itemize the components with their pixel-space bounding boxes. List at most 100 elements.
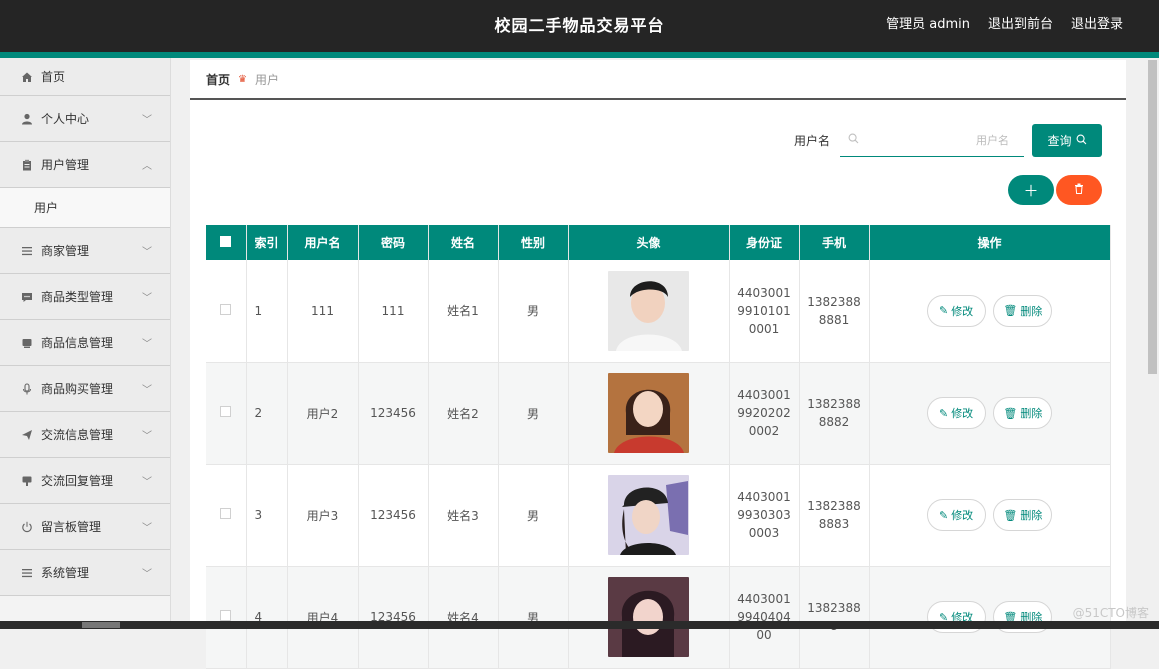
- operations-cell: ✎修改 🗑删除: [869, 260, 1110, 362]
- search-input[interactable]: [859, 134, 1009, 147]
- admin-label[interactable]: 管理员 admin: [886, 13, 970, 32]
- sidebar-item-message-board[interactable]: 留言板管理 ﹀: [0, 504, 170, 550]
- id-card-cell: 440300199101010001: [729, 260, 799, 362]
- plus-icon: ＋: [1023, 180, 1038, 201]
- sidebar-item-home[interactable]: 首页: [0, 58, 170, 96]
- scrollbar-thumb[interactable]: [1148, 60, 1157, 374]
- search-icon: [1076, 134, 1087, 148]
- top-bar: 校园二手物品交易平台 管理员 admin 退出到前台 退出登录: [0, 0, 1159, 52]
- chevron-down-icon: ﹀: [142, 243, 152, 258]
- avatar: [608, 271, 689, 351]
- operations-cell: ✎修改 🗑删除: [869, 362, 1110, 464]
- row-checkbox[interactable]: [220, 304, 231, 315]
- search-box: [840, 125, 1024, 157]
- name-cell: 姓名3: [428, 464, 498, 566]
- main-content: 首页 ♛ 用户 用户名 查询 ＋: [190, 60, 1126, 629]
- password-cell: 111: [358, 260, 428, 362]
- index-cell: 4: [246, 566, 287, 668]
- chevron-down-icon: ﹀: [142, 381, 152, 396]
- delete-button[interactable]: 🗑删除: [993, 295, 1052, 327]
- row-checkbox[interactable]: [220, 508, 231, 519]
- home-icon: [20, 70, 34, 84]
- submenu-label: 用户: [34, 199, 58, 216]
- name-cell: 姓名4: [428, 566, 498, 668]
- search-label: 用户名: [794, 132, 830, 149]
- password-cell: 123456: [358, 566, 428, 668]
- power-icon: [20, 520, 34, 534]
- delete-button[interactable]: 🗑删除: [993, 397, 1052, 429]
- query-button[interactable]: 查询: [1032, 124, 1102, 157]
- edit-button[interactable]: ✎修改: [927, 295, 986, 327]
- avatar: [608, 577, 689, 657]
- horizontal-scrollbar-thumb[interactable]: [82, 622, 120, 628]
- chevron-down-icon: ﹀: [142, 473, 152, 488]
- row-checkbox[interactable]: [220, 406, 231, 417]
- select-all-cell: [206, 225, 246, 260]
- breadcrumb: 首页 ♛ 用户: [190, 60, 1126, 100]
- search-icon: [848, 133, 859, 147]
- username-cell: 用户3: [287, 464, 358, 566]
- phone-cell: 13823888881: [799, 260, 869, 362]
- row-select-cell: [206, 362, 246, 464]
- sidebar-item-merchant-management[interactable]: 商家管理 ﹀: [0, 228, 170, 274]
- batch-delete-button[interactable]: [1056, 175, 1102, 205]
- column-header: 头像: [568, 225, 729, 260]
- user-icon: [20, 112, 34, 126]
- trash-icon: 🗑: [1003, 509, 1017, 522]
- sidebar-item-product-type[interactable]: 商品类型管理 ﹀: [0, 274, 170, 320]
- select-all-checkbox[interactable]: [220, 236, 231, 247]
- operations-cell: ✎修改 🗑删除: [869, 464, 1110, 566]
- gender-cell: 男: [498, 362, 568, 464]
- back-to-front-link[interactable]: 退出到前台: [988, 13, 1053, 32]
- trash-icon: [1074, 183, 1084, 197]
- username-cell: 用户2: [287, 362, 358, 464]
- edit-icon: ✎: [939, 509, 948, 522]
- row-checkbox[interactable]: [220, 610, 231, 621]
- settings-list-icon: [20, 566, 34, 580]
- id-card-cell: 440300199202020002: [729, 362, 799, 464]
- query-button-label: 查询: [1047, 132, 1071, 149]
- table-row: 3 用户3 123456 姓名3 男: [206, 464, 1110, 566]
- breadcrumb-home[interactable]: 首页: [206, 71, 230, 88]
- add-button[interactable]: ＋: [1008, 175, 1054, 205]
- box-icon: [20, 336, 34, 350]
- header-actions: 管理员 admin 退出到前台 退出登录: [886, 13, 1123, 32]
- watermark: @51CTO博客: [1073, 604, 1149, 621]
- name-cell: 姓名2: [428, 362, 498, 464]
- breadcrumb-separator-icon: ♛: [238, 74, 247, 85]
- sidebar-item-user-management[interactable]: 用户管理 ︿: [0, 142, 170, 188]
- sidebar-item-personal-center[interactable]: 个人中心 ﹀: [0, 96, 170, 142]
- sidebar-item-system-management[interactable]: 系统管理 ﹀: [0, 550, 170, 596]
- index-cell: 1: [246, 260, 287, 362]
- edit-button[interactable]: ✎修改: [927, 499, 986, 531]
- sidebar-item-exchange-reply[interactable]: 交流回复管理 ﹀: [0, 458, 170, 504]
- phone-cell: 13823888: [799, 566, 869, 668]
- sidebar-subitem-user[interactable]: 用户: [0, 188, 170, 228]
- chevron-up-icon: ︿: [142, 157, 152, 172]
- chevron-down-icon: ﹀: [142, 111, 152, 126]
- logout-link[interactable]: 退出登录: [1071, 13, 1123, 32]
- column-header: 身份证: [729, 225, 799, 260]
- chevron-down-icon: ﹀: [142, 289, 152, 304]
- edit-button[interactable]: ✎修改: [927, 397, 986, 429]
- sidebar-item-product-purchase[interactable]: 商品购买管理 ﹀: [0, 366, 170, 412]
- delete-button[interactable]: 🗑删除: [993, 499, 1052, 531]
- gender-cell: 男: [498, 566, 568, 668]
- password-cell: 123456: [358, 362, 428, 464]
- sidebar-item-exchange-info[interactable]: 交流信息管理 ﹀: [0, 412, 170, 458]
- sidebar-item-label: 交流信息管理: [41, 426, 113, 443]
- column-header: 密码: [358, 225, 428, 260]
- sidebar: 首页 个人中心 ﹀ 用户管理 ︿ 用户 商家管理 ﹀ 商品类型管理 ﹀ 商品信: [0, 58, 171, 629]
- gender-cell: 男: [498, 260, 568, 362]
- chevron-down-icon: ﹀: [142, 519, 152, 534]
- accent-stripe: [0, 52, 1159, 58]
- sidebar-item-product-info[interactable]: 商品信息管理 ﹀: [0, 320, 170, 366]
- edit-icon: ✎: [939, 407, 948, 420]
- horizontal-scrollbar[interactable]: [0, 621, 1159, 629]
- reply-icon: [20, 474, 34, 488]
- sidebar-item-label: 首页: [41, 68, 65, 85]
- mic-icon: [20, 382, 34, 396]
- page-scrollbar[interactable]: [1146, 58, 1159, 629]
- breadcrumb-current: 用户: [255, 71, 279, 88]
- sidebar-item-label: 留言板管理: [41, 518, 101, 535]
